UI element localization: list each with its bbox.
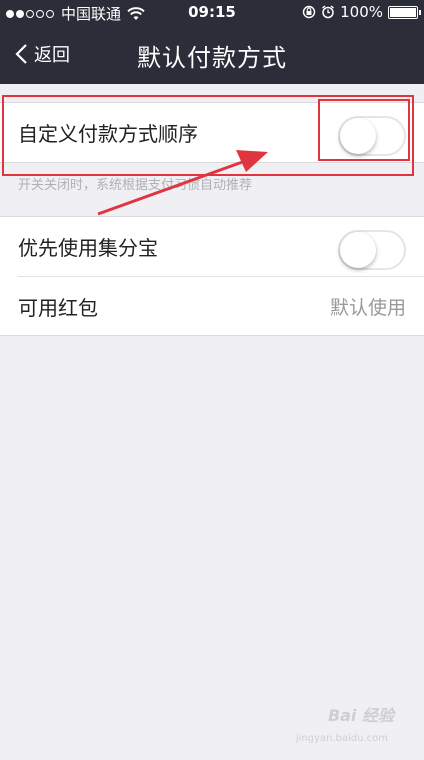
rotation-lock-icon (302, 5, 316, 19)
setting-value: 默认使用 (329, 296, 406, 319)
battery-icon (388, 5, 421, 19)
setting-label: 可用红包 (18, 295, 98, 320)
setting-label: 优先使用集分宝 (18, 236, 158, 260)
settings-group-payment: 优先使用集分宝 可用红包 默认使用 (0, 216, 424, 336)
battery-fill (390, 7, 416, 17)
setting-row-jifenbao: 优先使用集分宝 (0, 217, 424, 276)
toggle-knob (340, 232, 376, 268)
page-title: 默认付款方式 (137, 44, 287, 72)
annotation-box-toggle (318, 99, 410, 161)
watermark-logo: Bai 经验 (327, 706, 394, 725)
setting-hint: 开关关闭时，系统根据支付习惯自动推荐 (18, 178, 253, 193)
watermark-url: jingyan.baidu.com (295, 733, 388, 744)
setting-row-red-packet[interactable]: 可用红包 默认使用 (18, 276, 424, 335)
battery-percent: 100% (340, 3, 383, 21)
alarm-icon (322, 5, 335, 19)
jifenbao-toggle[interactable] (338, 230, 406, 270)
status-bar: 中国联通 09:15 100% (0, 0, 424, 24)
app-header: 中国联通 09:15 100% 返回 默认付款方式 (0, 0, 424, 84)
status-right: 100% (302, 3, 421, 21)
